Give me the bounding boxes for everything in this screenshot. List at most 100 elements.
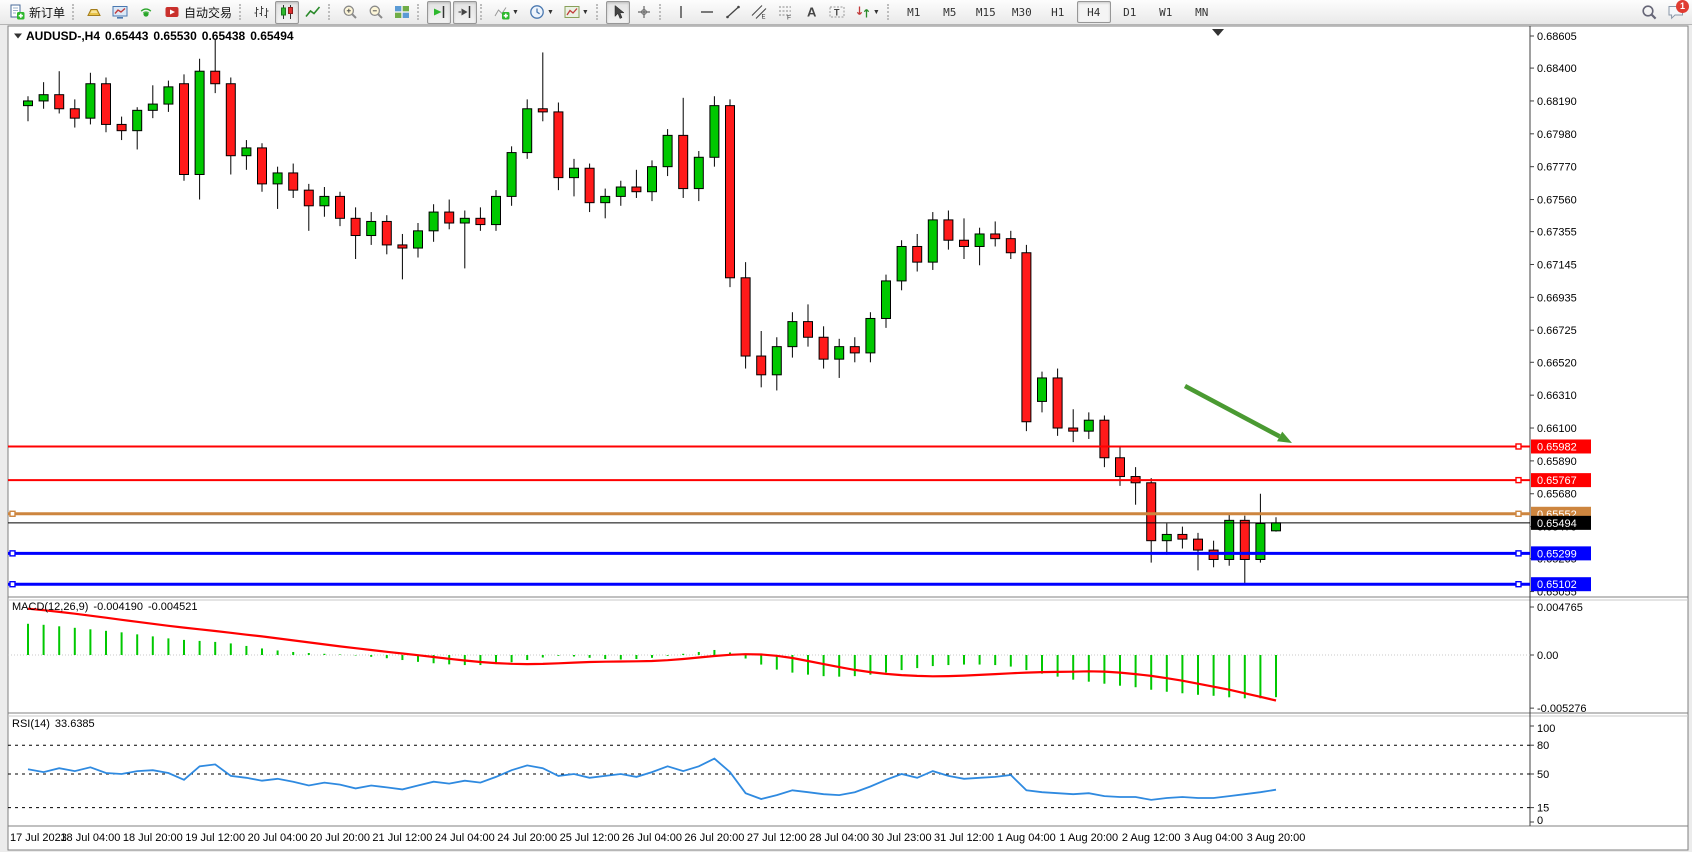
cursor-button[interactable] (606, 1, 630, 24)
timeframe-m30-button[interactable]: M30 (1005, 1, 1039, 23)
timeframe-m5-button[interactable]: M5 (933, 1, 967, 23)
line-handle[interactable] (1516, 511, 1521, 516)
chart-shift-button[interactable] (453, 1, 477, 24)
timeframe-h4-button[interactable]: H4 (1077, 1, 1111, 23)
time-axis-label: 17 Jul 2023 (10, 832, 67, 844)
candle (726, 106, 735, 278)
fibonacci-button[interactable]: F (773, 1, 797, 24)
macd-indicator-label: MACD(12,26,9)-0.004190-0.004521 (12, 601, 203, 613)
candle (414, 231, 423, 248)
candle (460, 218, 469, 223)
candle-chart-icon (279, 4, 295, 20)
text-label-button[interactable]: T (825, 1, 849, 24)
horizontal-line-button[interactable] (695, 1, 719, 24)
candle (55, 95, 64, 109)
chat-button[interactable]: 1 (1663, 1, 1687, 24)
vertical-line-button[interactable] (669, 1, 693, 24)
macd-axis-label: 0.004765 (1537, 602, 1583, 614)
market-button[interactable] (82, 1, 106, 24)
candle (663, 135, 672, 166)
timeframe-h1-button[interactable]: H1 (1041, 1, 1075, 23)
rsi-axis-label: 50 (1537, 769, 1549, 781)
rsi-indicator-label: RSI(14)33.6385 (12, 718, 100, 730)
time-axis-label: 20 Jul 04:00 (248, 832, 308, 844)
template-button[interactable]: ▼ (560, 1, 593, 24)
candle (882, 281, 891, 319)
indicators-icon (494, 4, 510, 20)
candle (850, 347, 859, 353)
crosshair-button[interactable] (632, 1, 656, 24)
line-handle[interactable] (10, 551, 15, 556)
timeframe-w1-button[interactable]: W1 (1149, 1, 1183, 23)
price-tick-label: 0.66725 (1537, 325, 1577, 337)
new-chart-button[interactable] (108, 1, 132, 24)
zoom-out-button[interactable] (364, 1, 388, 24)
line-chart-button[interactable] (301, 1, 325, 24)
candle (476, 218, 485, 224)
auto-trading-button[interactable]: 自动交易 (160, 1, 236, 24)
timeframe-mn-button[interactable]: MN (1185, 1, 1219, 23)
line-handle[interactable] (1516, 551, 1521, 556)
timeframe-m1-button[interactable]: M1 (897, 1, 931, 23)
tile-windows-icon (394, 4, 410, 20)
macd-name: MACD(12,26,9) (12, 601, 88, 613)
dropdown-arrow-icon[interactable]: ▼ (582, 9, 589, 16)
candle (367, 221, 376, 235)
zoom-in-button[interactable] (338, 1, 362, 24)
candle (960, 240, 969, 246)
arrows-button[interactable]: ▼ (851, 1, 884, 24)
chart-canvas[interactable]: 0.686050.684000.681900.679800.677700.675… (0, 0, 1692, 852)
price-tick-label: 0.66520 (1537, 357, 1577, 369)
time-axis-label: 18 Jul 20:00 (123, 832, 183, 844)
dropdown-arrow-icon[interactable]: ▼ (547, 9, 554, 16)
line-handle[interactable] (1516, 444, 1521, 449)
candle (523, 109, 532, 153)
svg-text:T: T (834, 8, 840, 18)
candle (102, 84, 111, 125)
hline-icon (699, 4, 715, 20)
dropdown-arrow-icon[interactable]: ▼ (512, 9, 519, 16)
price-tick-label: 0.68605 (1537, 31, 1577, 43)
line-handle[interactable] (10, 582, 15, 587)
dropdown-arrow-icon[interactable]: ▼ (873, 9, 880, 16)
notification-badge: 1 (1676, 0, 1689, 13)
text-button[interactable]: A (799, 1, 823, 24)
toolbar-group-handle (417, 4, 422, 20)
line-handle[interactable] (1516, 582, 1521, 587)
time-axis-label: 1 Aug 04:00 (997, 832, 1056, 844)
line-handle[interactable] (1516, 478, 1521, 483)
candle (211, 71, 220, 84)
timeframe-d1-button[interactable]: D1 (1113, 1, 1147, 23)
text-label-icon: T (829, 4, 845, 20)
auto-scroll-button[interactable] (427, 1, 451, 24)
candle (632, 187, 641, 192)
candle (804, 322, 813, 338)
fibo-icon: F (777, 4, 793, 20)
price-tick-label: 0.65680 (1537, 489, 1577, 501)
toolbar-group-handle (659, 4, 664, 20)
periods-button[interactable]: ▼ (525, 1, 558, 24)
timeframe-m15-button[interactable]: M15 (969, 1, 1003, 23)
candle (928, 220, 937, 262)
price-tick-label: 0.65890 (1537, 456, 1577, 468)
line-handle[interactable] (10, 511, 15, 516)
toolbar-group-handle (239, 4, 244, 20)
tile-windows-button[interactable] (390, 1, 414, 24)
equidistant-channel-button[interactable]: E (747, 1, 771, 24)
candle (1272, 523, 1281, 531)
mt4-window: 新订单 自动交易 ▼ ▼ ▼ EFA T ▼ M1M5M15M30H1H4D1W1MN 1 0.6… (0, 0, 1692, 852)
price-tick-label: 0.68190 (1537, 96, 1577, 108)
rsi-axis-label: 0 (1537, 815, 1543, 827)
candle (117, 124, 126, 130)
candle (398, 245, 407, 248)
time-axis-label: 26 Jul 04:00 (622, 832, 682, 844)
bar-chart-button[interactable] (249, 1, 273, 24)
trendline-button[interactable] (721, 1, 745, 24)
new-order-button[interactable]: 新订单 (5, 1, 69, 24)
search-button[interactable] (1637, 1, 1661, 24)
chart-collapse-icon[interactable] (14, 32, 23, 40)
indicators-button[interactable]: ▼ (490, 1, 523, 24)
candle-chart-button[interactable] (275, 1, 299, 24)
signals-button[interactable] (134, 1, 158, 24)
price-badge-label: 0.65494 (1537, 518, 1577, 530)
